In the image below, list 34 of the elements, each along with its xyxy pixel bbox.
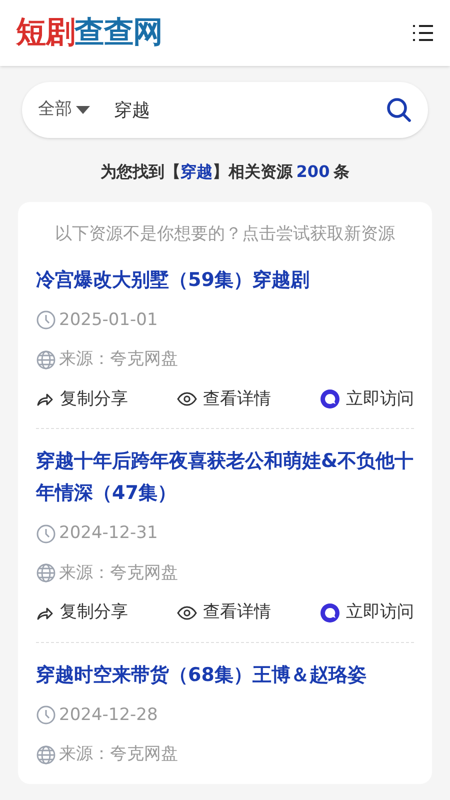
result-title[interactable]: 穿越十年后跨年夜喜获老公和萌娃&不负他十年情深（47集） xyxy=(36,445,414,509)
chat-bubble-icon xyxy=(320,602,340,623)
category-dropdown[interactable]: 全部 xyxy=(38,97,90,123)
search-bar[interactable]: 全部 穿越 xyxy=(22,82,428,138)
result-date: 2024-12-28 xyxy=(59,704,158,726)
search-icon[interactable] xyxy=(386,97,412,123)
caret-icon xyxy=(76,106,90,114)
result-source: 来源：夸克网盘 xyxy=(59,348,178,371)
result-summary: 为您找到【穿越】相关资源 200 条 xyxy=(99,161,351,183)
action-button[interactable]: 复制分享 xyxy=(36,600,128,626)
action-button[interactable]: 查看详情 xyxy=(177,600,271,626)
result-title[interactable]: 冷宫爆改大别墅（59集）穿越剧 xyxy=(36,264,414,296)
clock-icon xyxy=(36,524,56,544)
globe-icon xyxy=(36,350,56,370)
share-icon xyxy=(36,391,54,408)
clock-icon xyxy=(36,310,56,330)
search-input[interactable]: 穿越 xyxy=(114,96,386,124)
action-button[interactable]: 复制分享 xyxy=(36,386,128,412)
eye-icon xyxy=(177,606,197,620)
action-button[interactable]: 查看详情 xyxy=(177,386,271,412)
action-button[interactable]: 立即访问 xyxy=(320,600,414,626)
chat-bubble-icon xyxy=(320,389,340,410)
result-title[interactable]: 穿越时空来带货（68集）王博＆赵珞姿 xyxy=(36,658,414,690)
menu-icon[interactable] xyxy=(412,24,434,42)
action-button[interactable]: 立即访问 xyxy=(320,386,414,412)
globe-icon xyxy=(36,563,56,584)
eye-icon xyxy=(177,392,197,406)
site-logo[interactable]: 短剧查查网 xyxy=(16,18,162,48)
result-source: 来源：夸克网盘 xyxy=(59,743,178,766)
result-date: 2025-01-01 xyxy=(59,308,158,332)
globe-icon xyxy=(36,744,56,765)
result-date: 2024-12-31 xyxy=(59,522,158,545)
result-source: 来源：夸克网盘 xyxy=(59,562,178,584)
clock-icon xyxy=(36,705,56,726)
